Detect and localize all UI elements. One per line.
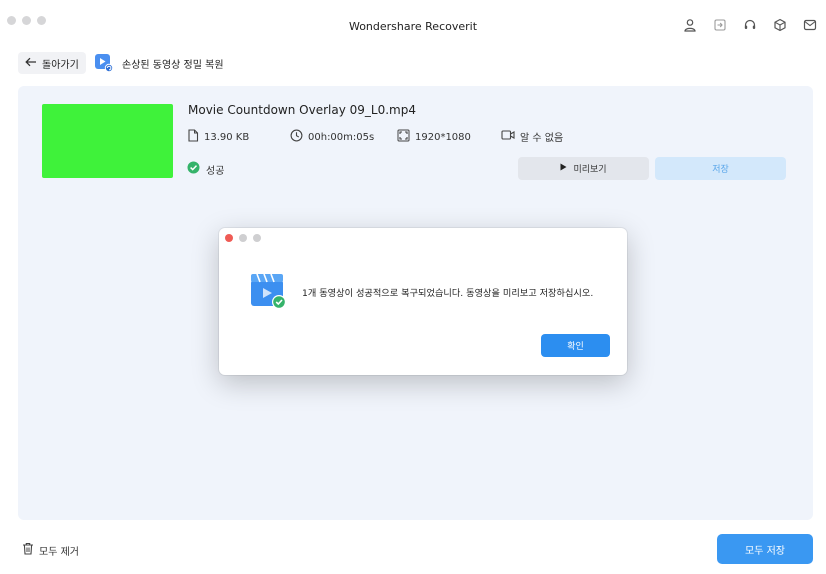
save-all-button[interactable]: 모두 저장	[717, 534, 813, 564]
top-toolbar	[682, 17, 818, 33]
confirm-button[interactable]: 확인	[541, 334, 610, 357]
confirm-button-label: 확인	[567, 342, 584, 352]
dialog-close-button[interactable]	[225, 234, 233, 242]
cube-icon[interactable]	[772, 17, 788, 33]
file-size-value: 13.90 KB	[204, 131, 250, 143]
remove-all-label: 모두 제거	[39, 546, 79, 558]
codec: 알 수 없음	[501, 129, 563, 144]
headset-icon[interactable]	[742, 17, 758, 33]
file-icon	[187, 129, 199, 145]
breadcrumb-label: 손상된 동영상 정밀 복원	[122, 59, 224, 71]
video-repair-icon	[94, 53, 114, 73]
back-button-label: 돌아가기	[42, 59, 79, 71]
arrow-left-icon	[25, 57, 37, 70]
title-bar: Wondershare Recoverit	[0, 0, 826, 44]
dialog-maximize-button	[253, 234, 261, 242]
resolution-value: 1920*1080	[415, 131, 471, 143]
save-all-label: 모두 저장	[745, 545, 785, 557]
file-size: 13.90 KB	[187, 129, 249, 145]
back-button[interactable]: 돌아가기	[18, 52, 86, 74]
dialog-message: 1개 동영상이 성공적으로 복구되었습니다. 동영상을 미리보고 저장하십시오.	[302, 288, 594, 299]
dialog-window-controls	[225, 234, 261, 242]
duration-value: 00h:00m:05s	[308, 131, 375, 143]
video-thumbnail[interactable]	[42, 104, 173, 178]
resolution: 1920*1080	[397, 129, 471, 145]
breadcrumb: 손상된 동영상 정밀 복원	[94, 53, 224, 73]
preview-button[interactable]: 미리보기	[518, 157, 649, 180]
status-badge: 성공	[187, 161, 224, 177]
duration: 00h:00m:05s	[290, 129, 374, 145]
check-circle-icon	[187, 161, 200, 177]
success-dialog: 1개 동영상이 성공적으로 복구되었습니다. 동영상을 미리보고 저장하십시오.…	[219, 228, 627, 375]
preview-button-label: 미리보기	[573, 165, 607, 175]
codec-value: 알 수 없음	[520, 133, 564, 144]
remove-all-button[interactable]: 모두 제거	[22, 542, 79, 558]
file-name: Movie Countdown Overlay 09_L0.mp4	[188, 103, 416, 117]
clock-icon	[290, 129, 303, 145]
save-button[interactable]: 저장	[655, 157, 786, 180]
sign-in-icon[interactable]	[712, 17, 728, 33]
video-success-icon	[249, 271, 289, 311]
mail-icon[interactable]	[802, 17, 818, 33]
resolution-icon	[397, 129, 410, 145]
video-camera-icon	[501, 129, 515, 144]
dialog-minimize-button	[239, 234, 247, 242]
trash-icon	[22, 542, 34, 558]
save-button-label: 저장	[712, 165, 729, 175]
status-label: 성공	[206, 165, 225, 177]
play-icon	[560, 163, 567, 174]
user-icon[interactable]	[682, 17, 698, 33]
